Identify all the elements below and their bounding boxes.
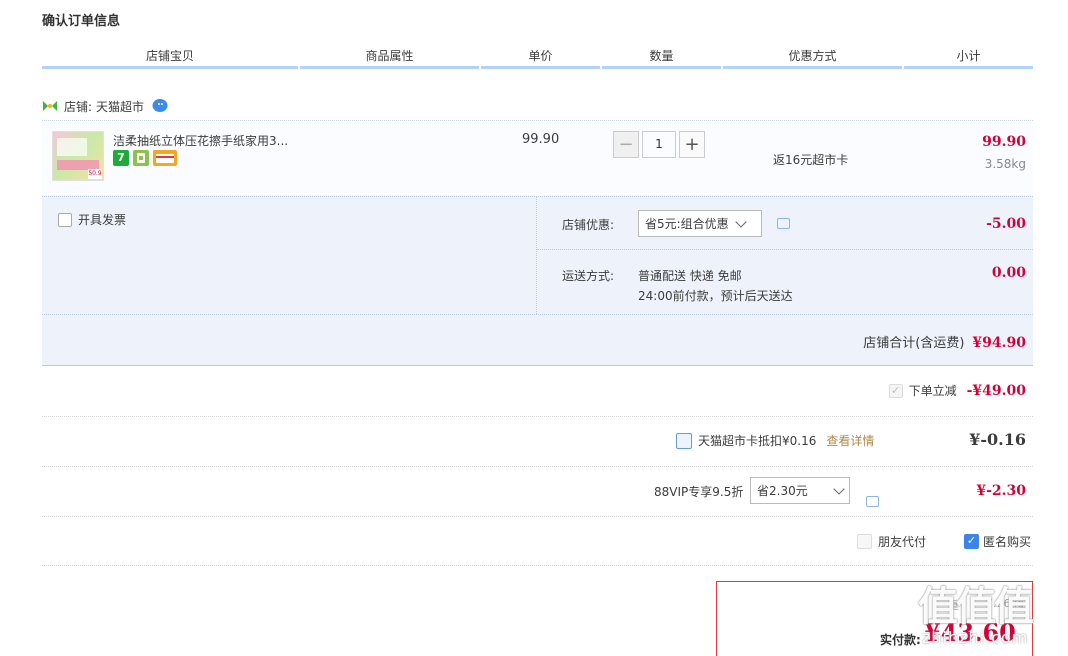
instant-discount-row: ✓ 下单立减 -¥49.00 [888, 382, 1026, 399]
item-weight: 3.58kg [984, 157, 1026, 171]
instant-discount-label: 下单立减 [908, 384, 957, 398]
instant-discount-amount: -¥49.00 [966, 382, 1026, 399]
vip-amount: ¥-2.30 [976, 483, 1026, 499]
shipping-method: 普通配送 快递 免邮 [638, 269, 742, 283]
header-subtotal: 小计 [904, 47, 1033, 69]
shop-discount-amount: -5.00 [986, 216, 1026, 232]
divider [42, 565, 1033, 566]
friend-pay-checkbox[interactable] [857, 534, 872, 549]
shop-total-amount: ¥94.90 [972, 335, 1026, 351]
vip-discount-value: 省2.30元 [757, 484, 808, 498]
shop-total: 店铺合计(含运费) ¥94.90 [863, 332, 1026, 351]
view-details-link[interactable]: 查看详情 [826, 432, 874, 449]
table-header: 店铺宝贝 商品属性 单价 数量 优惠方式 小计 [42, 47, 1033, 69]
invoice-option[interactable]: 开具发票 [58, 211, 126, 228]
comment-icon[interactable] [866, 496, 879, 507]
payment-label: 实付款: [880, 633, 921, 647]
divider [42, 314, 1033, 315]
product-thumbnail[interactable]: 50.9 [52, 131, 104, 181]
decrease-quantity-button[interactable]: − [613, 131, 639, 158]
unit-price: 99.90 [522, 132, 560, 147]
chevron-down-icon [735, 215, 747, 228]
invoice-label: 开具发票 [78, 213, 127, 227]
friend-pay-label: 朋友代付 [878, 535, 927, 549]
shop-total-label: 店铺合计(含运费) [863, 336, 965, 351]
supermarket-card-option[interactable]: 天猫超市卡抵扣¥0.16 查看详情 [676, 432, 874, 449]
shop-name[interactable]: 天猫超市 [96, 98, 144, 115]
shop-label: 店铺: [64, 99, 93, 114]
item-promotion: 返16元超市卡 [773, 153, 849, 167]
shop-discount-label: 店铺优惠: [562, 218, 615, 232]
credit-card-icon[interactable] [153, 150, 177, 166]
chevron-down-icon [833, 482, 845, 495]
supermarket-card-checkbox[interactable] [676, 432, 692, 449]
shipping-amount: 0.00 [991, 265, 1026, 281]
quantity-input[interactable]: 1 [642, 131, 676, 158]
thumb-price-tag: 50.9 [88, 169, 102, 179]
divider [42, 466, 1033, 467]
anonymous-checkbox[interactable]: ✓ [964, 534, 979, 549]
service-badges: 7 [113, 150, 177, 166]
divider [537, 249, 1033, 250]
guarantee-icon[interactable] [133, 150, 149, 166]
comment-icon[interactable] [777, 218, 790, 229]
anonymous-label: 匿名购买 [983, 535, 1032, 549]
supermarket-card-amount: ¥-0.16 [969, 430, 1026, 449]
chat-bubble-icon[interactable] [152, 99, 168, 113]
header-promotion: 优惠方式 [723, 47, 902, 69]
header-shop-items: 店铺宝贝 [42, 47, 298, 69]
shop-line: 店铺: 天猫超市 [42, 96, 342, 116]
invoice-checkbox[interactable] [58, 212, 72, 227]
increase-quantity-button[interactable]: + [679, 131, 705, 158]
site-watermark-url: zhihzhi.com [922, 628, 1029, 647]
vip-label: 88VIP专享9.5折 [654, 485, 744, 499]
shop-discount-select[interactable]: 省5元:组合优惠 [638, 210, 762, 237]
instant-discount-checkbox: ✓ [888, 383, 903, 398]
friend-pay-option[interactable]: 朋友代付 [857, 533, 926, 550]
header-unit-price: 单价 [481, 47, 600, 69]
header-quantity: 数量 [602, 47, 721, 69]
site-watermark: 值值值 [918, 584, 1034, 630]
page-title: 确认订单信息 [42, 14, 121, 29]
tmall-shop-icon [43, 101, 57, 111]
anonymous-option[interactable]: ✓ 匿名购买 [964, 533, 1031, 550]
header-attributes: 商品属性 [300, 47, 479, 69]
supermarket-card-label: 天猫超市卡抵扣¥0.16 [698, 434, 817, 448]
shop-discount-value: 省5元:组合优惠 [645, 217, 729, 231]
divider [42, 516, 1033, 517]
divider [42, 416, 1033, 417]
seven-day-return-icon[interactable]: 7 [113, 150, 129, 166]
vip-discount-select[interactable]: 省2.30元 [750, 477, 850, 504]
shipping-note: 24:00前付款，预计后天送达 [638, 289, 793, 303]
item-subtotal: 99.90 [982, 134, 1026, 150]
quantity-stepper: − 1 + [613, 131, 705, 158]
item-name-link[interactable]: 洁柔抽纸立体压花擦手纸家用3... [113, 132, 288, 149]
shipping-label: 运送方式: [562, 269, 615, 283]
